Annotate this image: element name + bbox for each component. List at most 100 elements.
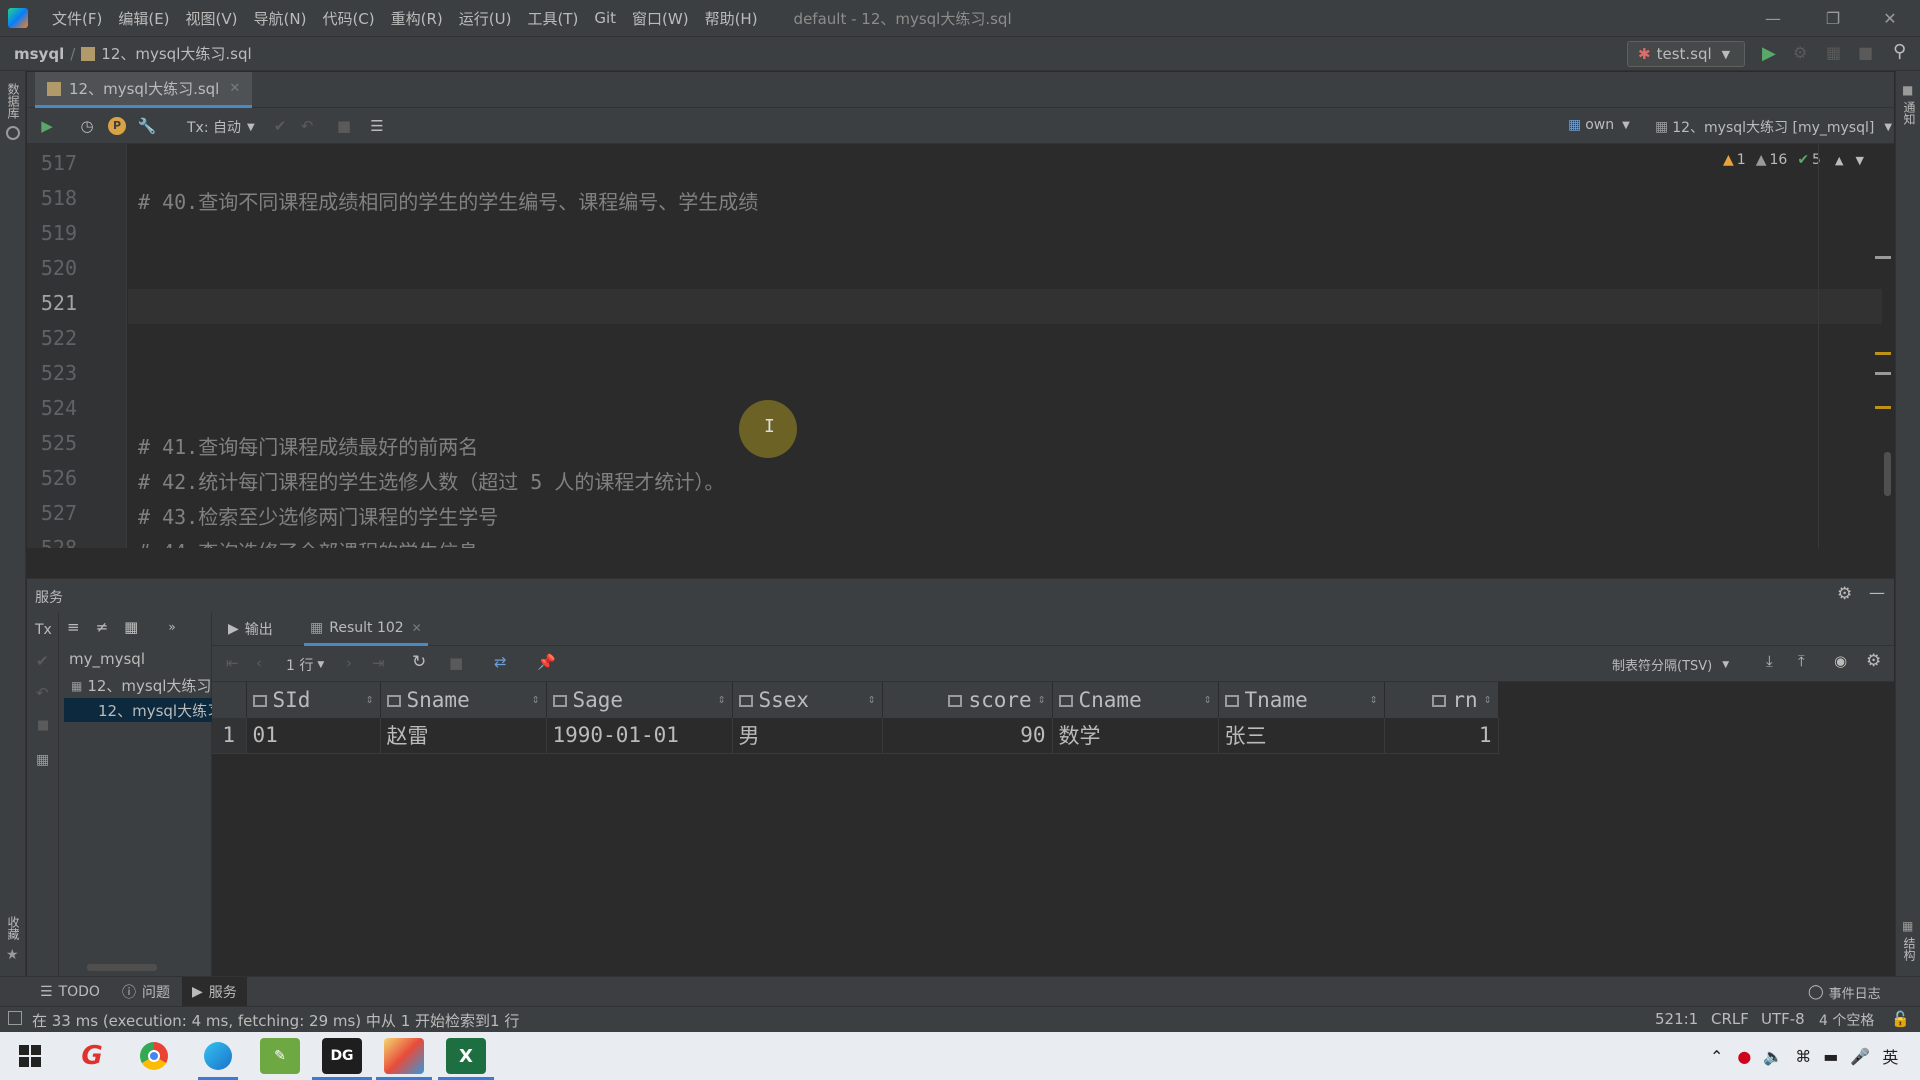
column-header[interactable]: Tname ⇕ [1218,682,1385,718]
wrench-icon[interactable]: 🔧 [137,116,157,136]
chrome-icon[interactable] [134,1038,174,1074]
cell-cname[interactable]: 数学 [1052,718,1219,754]
run-icon[interactable]: ▶ [1762,43,1776,64]
cell-rn[interactable]: 1 [1384,718,1499,754]
line-separator[interactable]: CRLF [1711,1010,1749,1028]
gear-icon[interactable]: ⚙ [1837,584,1852,604]
cell-sage[interactable]: 1990-01-01 [546,718,733,754]
stripe-marker[interactable] [1875,372,1891,375]
menu-file[interactable]: 文件(F) [52,8,102,29]
hide-panel-icon[interactable]: — [1869,583,1885,602]
tree-item-session-selected[interactable]: 12、mysql大练习 [64,698,212,722]
table-view-icon[interactable]: ☰ [367,116,387,136]
page-size-select[interactable]: 1 行 ▼ [286,655,324,675]
sort-icon[interactable]: ⇕ [1484,692,1492,707]
caret-position[interactable]: 521:1 [1655,1010,1698,1028]
menu-refactor[interactable]: 重构(R) [391,8,443,29]
sort-icon[interactable]: ⇕ [718,692,726,707]
sort-icon[interactable]: ⇕ [868,692,876,707]
paint-icon[interactable] [384,1038,424,1074]
menu-code[interactable]: 代码(C) [322,8,374,29]
schema-select[interactable]: ▦ own ▼ [1568,117,1630,133]
windows-start-icon[interactable] [10,1038,50,1074]
structure-tool-tab[interactable]: 结构 [1901,937,1918,961]
cell-sid[interactable]: 01 [246,718,381,754]
column-header[interactable]: Sage ⇕ [546,682,733,718]
last-page-icon[interactable]: ⇥ [372,654,385,672]
editor-tab-active[interactable]: 12、mysql大练习.sql ✕ [35,72,253,108]
history-icon[interactable]: ◷ [77,116,97,136]
database-tool-tab[interactable]: 数据库 [5,83,22,119]
column-header[interactable]: rn ⇕ [1384,682,1499,718]
close-window-button[interactable]: ✕ [1862,0,1918,36]
toggle-toolwindows-icon[interactable] [8,1011,22,1025]
sort-icon[interactable]: ⇕ [366,692,374,707]
table-row[interactable]: 1 01 赵雷 1990-01-01 男 90 数学 张三 1 [212,718,1499,754]
sort-icon[interactable]: ⇕ [1038,692,1046,707]
tree-item-datasource[interactable]: my_mysql [69,650,145,668]
tab-todo[interactable]: ☰ TODO [40,977,100,1007]
tree-scrollbar[interactable] [87,964,157,971]
restore-button[interactable]: ❐ [1805,0,1861,36]
cell-ssex[interactable]: 男 [732,718,883,754]
collapse-all-icon[interactable]: ≠ [96,618,109,636]
eye-icon[interactable]: ◉ [1834,652,1847,670]
file-encoding[interactable]: UTF-8 [1761,1010,1805,1028]
close-tab-icon[interactable]: ✕ [412,621,422,635]
commit-icon[interactable]: ✔ [270,116,290,136]
stop-icon[interactable]: ■ [334,116,354,136]
chevron-up-icon[interactable]: ⌃ [1710,1047,1723,1066]
menu-tools[interactable]: 工具(T) [527,8,578,29]
tab-output[interactable]: ▶ 输出 [228,612,273,646]
chevron-up-icon[interactable]: ▲ [1835,154,1843,167]
pin-icon[interactable]: 📌 [537,653,556,671]
compare-icon[interactable]: ⇄ [494,653,507,671]
menu-run[interactable]: 运行(U) [459,8,512,29]
stripe-marker[interactable] [1875,352,1891,355]
tab-event-log[interactable]: ◯ 事件日志 [1808,977,1881,1007]
sort-icon[interactable]: ⇕ [532,692,540,707]
explain-plan-icon[interactable]: P [107,116,127,136]
menu-help[interactable]: 帮助(H) [705,8,758,29]
rollback-icon[interactable]: ↶ [36,684,49,702]
volume-icon[interactable]: 🔈 [1763,1047,1783,1066]
first-page-icon[interactable]: ⇤ [226,654,239,672]
menu-edit[interactable]: 编辑(E) [118,8,169,29]
coverage-icon[interactable]: ▦ [1826,43,1841,62]
tab-services[interactable]: ▶ 服务 [182,977,247,1007]
datagrip-icon[interactable]: DG [322,1038,362,1074]
cell-score[interactable]: 90 [882,718,1053,754]
git-app-icon[interactable]: G [72,1038,112,1074]
prev-page-icon[interactable]: ‹ [256,654,262,672]
column-header[interactable]: score ⇕ [882,682,1053,718]
editor-scrollbar[interactable] [1884,452,1891,496]
menu-git[interactable]: Git [594,9,616,27]
breadcrumb-file[interactable]: 12、mysql大练习.sql [101,43,251,64]
tx-icon[interactable]: Tx [35,622,52,638]
chevron-down-icon[interactable]: ▼ [1855,154,1863,167]
stripe-marker[interactable] [1875,256,1891,259]
minimize-button[interactable]: — [1745,0,1801,36]
result-grid[interactable]: SId ⇕ Sname ⇕ Sage ⇕ Ssex ⇕ score ⇕ Cname ⇕ Tn… [212,682,1499,754]
code-editor[interactable]: 517 518 519 520 521 522 523 524 525 526 … [27,144,1894,548]
stripe-marker[interactable] [1875,406,1891,409]
search-icon[interactable]: ⚲ [1893,41,1906,62]
breadcrumb-project[interactable]: msyql [14,45,64,63]
execute-icon[interactable]: ▶ [37,116,57,136]
ime-indicator[interactable]: 英 [1882,1044,1898,1068]
run-configuration-select[interactable]: ✱ test.sql ▼ [1627,41,1745,67]
export-format-select[interactable]: 制表符分隔(TSV) ▼ [1612,655,1729,674]
column-header[interactable]: Sname ⇕ [380,682,547,718]
menu-navigate[interactable]: 导航(N) [254,8,307,29]
inspection-widget[interactable]: ▲ 1 ▲ 16 ✔ 5 ▲ ▼ [1723,152,1864,168]
console-select[interactable]: ▦ 12、mysql大练习 [my_mysql] ▼ [1655,117,1892,137]
layout-icon[interactable]: ▦ [36,752,49,768]
transaction-mode-select[interactable]: Tx: 自动 ▼ [187,117,255,137]
column-header[interactable]: Ssex ⇕ [732,682,883,718]
expand-all-icon[interactable]: ≡ [67,618,80,636]
menu-view[interactable]: 视图(V) [186,8,238,29]
menu-window[interactable]: 窗口(W) [632,8,689,29]
column-header[interactable]: SId ⇕ [246,682,381,718]
close-tab-icon[interactable]: ✕ [229,81,240,96]
next-page-icon[interactable]: › [346,654,352,672]
